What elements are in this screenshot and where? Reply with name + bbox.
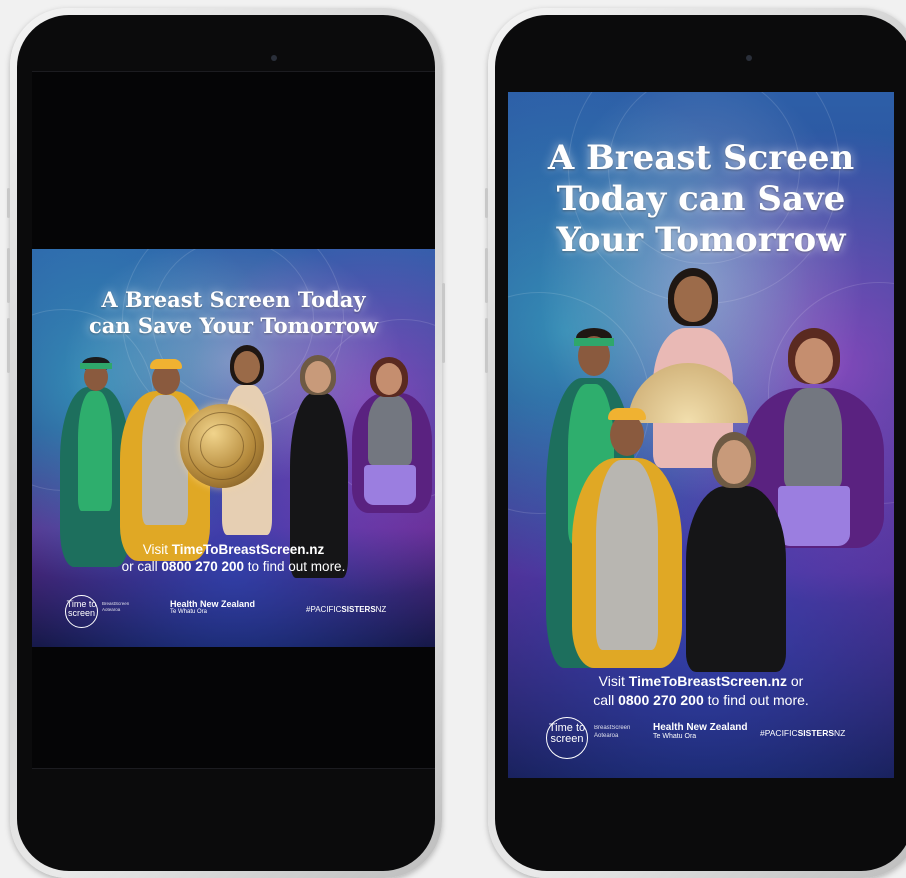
visit-suffix: or — [786, 673, 804, 689]
hashtag: #PACIFICSISTERSNZ — [306, 605, 386, 614]
headline-line: Today can Save — [556, 179, 846, 219]
visit-text: Visit TimeToBreastScreen.nz or call 0800… — [32, 541, 435, 575]
front-camera-icon — [746, 55, 752, 61]
portrait-headline: A Breast Screen Today can Save Your Tomo… — [508, 138, 894, 261]
portrait-ad-poster[interactable]: A Breast Screen Today can Save Your Tomo… — [508, 92, 894, 778]
hashtag-bold: SISTERS — [341, 605, 376, 614]
phone-screen-bezel: A Breast Screen Today can Save Your Tomo… — [495, 15, 906, 871]
call-suffix: to find out more. — [703, 692, 809, 708]
phone-side-button — [485, 188, 488, 218]
visit-text: Visit TimeToBreastScreen.nz or call 0800… — [508, 672, 894, 710]
figure-woman-black-suit — [666, 432, 806, 672]
front-camera-icon — [271, 55, 277, 61]
hashtag-bold: SISTERS — [797, 728, 835, 738]
headline-line: can Save Your Tomorrow — [88, 313, 379, 338]
call-number-link[interactable]: 0800 270 200 — [161, 559, 244, 574]
golden-shield — [180, 404, 264, 488]
left-phone: A Breast Screen Today can Save Your Tomo… — [7, 8, 445, 878]
health-nz-logo: Health New Zealand Te Whatu Ora — [170, 599, 255, 615]
health-nz-logo: Health New Zealand Te Whatu Ora — [653, 722, 747, 740]
visit-prefix: Visit — [142, 542, 172, 557]
hashtag-prefix: #PACIFIC — [760, 728, 798, 738]
org-name: Health New Zealand — [170, 599, 256, 609]
visit-url-link[interactable]: TimeToBreastScreen.nz — [172, 542, 325, 557]
call-number-link[interactable]: 0800 270 200 — [618, 692, 704, 708]
time-to-screen-logo: Time to screen — [65, 595, 98, 628]
phone-side-button — [7, 248, 10, 303]
square-ad-poster[interactable]: A Breast Screen Today can Save Your Tomo… — [32, 249, 435, 647]
call-prefix: or call — [121, 559, 162, 574]
breastscreen-label-line: Aotearoa — [594, 733, 619, 739]
call-suffix: to find out more. — [244, 559, 346, 574]
logo-line: screen — [550, 733, 584, 745]
right-phone: A Breast Screen Today can Save Your Tomo… — [485, 8, 906, 878]
phone-side-button — [485, 318, 488, 373]
phone-screen-bezel: A Breast Screen Today can Save Your Tomo… — [17, 15, 435, 871]
headline-line: Your Tomorrow — [556, 220, 846, 260]
breastscreen-label-line: Aotearoa — [102, 607, 121, 612]
headline-line: A Breast Screen — [547, 138, 855, 178]
phone-side-button — [442, 283, 445, 363]
breastscreen-label-line: BreastScreen — [594, 725, 631, 731]
breastscreen-label: BreastScreen Aotearoa — [102, 601, 129, 613]
phone-side-button — [7, 188, 10, 218]
hashtag-suffix: NZ — [375, 605, 387, 614]
org-sub: Te Whatu Ora — [653, 733, 697, 740]
headline-line: A Breast Screen Today — [101, 287, 366, 312]
org-name: Health New Zealand — [653, 722, 748, 733]
hashtag: #PACIFICSISTERSNZ — [760, 728, 845, 738]
time-to-screen-logo: Time to screen — [546, 717, 588, 759]
breastscreen-label: BreastScreen Aotearoa — [594, 724, 630, 740]
hashtag-suffix: NZ — [834, 728, 846, 738]
visit-url-link[interactable]: TimeToBreastScreen.nz — [629, 673, 787, 689]
visit-line: Visit TimeToBreastScreen.nz or — [508, 672, 894, 691]
screen-area: A Breast Screen Today can Save Your Tomo… — [32, 71, 435, 769]
hashtag-prefix: #PACIFIC — [306, 605, 342, 614]
square-headline: A Breast Screen Today can Save Your Tomo… — [32, 287, 435, 339]
phone-side-button — [485, 248, 488, 303]
phone-side-button — [7, 318, 10, 373]
org-sub: Te Whatu Ora — [170, 609, 208, 615]
call-line: or call 0800 270 200 to find out more. — [32, 558, 435, 575]
call-prefix: call — [593, 692, 619, 708]
visit-prefix: Visit — [598, 673, 629, 689]
visit-line: Visit TimeToBreastScreen.nz — [32, 541, 435, 558]
logo-line: screen — [67, 608, 95, 618]
call-line: call 0800 270 200 to find out more. — [508, 691, 894, 710]
